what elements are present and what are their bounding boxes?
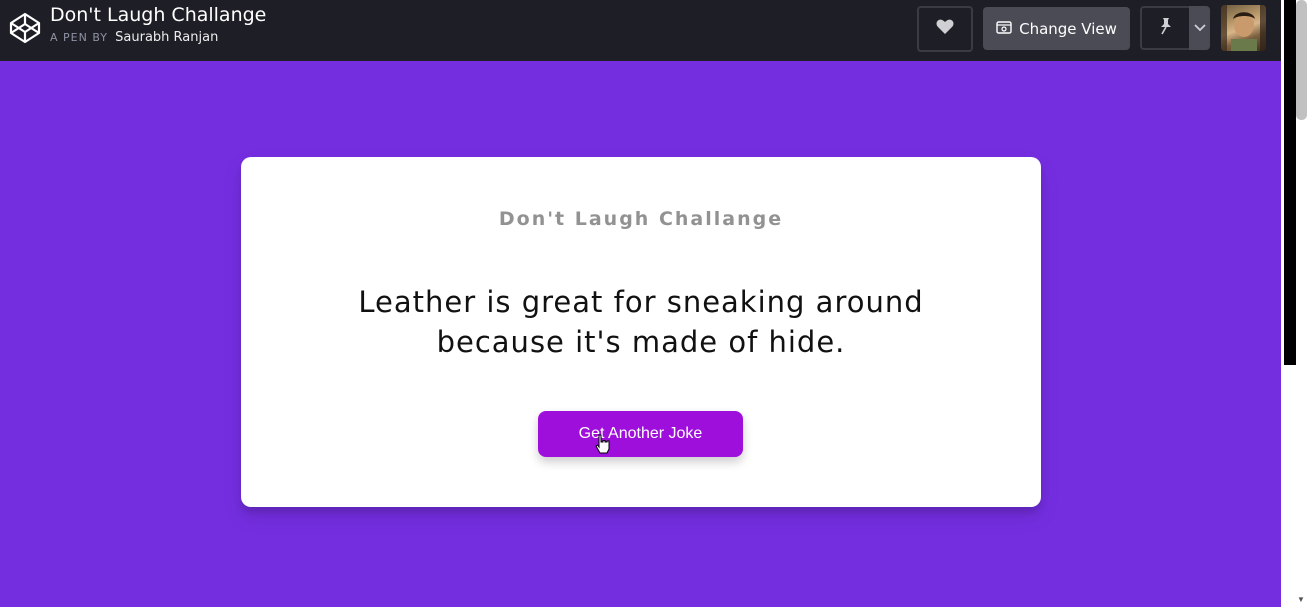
pen-title: Don't Laugh Challange xyxy=(50,4,267,26)
pin-icon xyxy=(1158,17,1174,40)
scrollbar-thumb[interactable] xyxy=(1296,0,1307,120)
pin-control xyxy=(1140,6,1210,50)
joke-card: Don't Laugh Challange Leather is great f… xyxy=(241,157,1041,507)
avatar[interactable] xyxy=(1221,5,1266,51)
heart-icon xyxy=(936,19,954,40)
pen-title-block: Don't Laugh Challange A PEN BY Saurabh R… xyxy=(50,4,267,45)
codepen-header: Don't Laugh Challange A PEN BY Saurabh R… xyxy=(0,0,1281,61)
pen-byline: A PEN BY Saurabh Ranjan xyxy=(50,31,266,44)
get-another-joke-button[interactable]: Get Another Joke xyxy=(538,411,743,457)
joke-text: Leather is great for sneaking around bec… xyxy=(358,285,924,359)
pin-dropdown-button[interactable] xyxy=(1189,6,1210,50)
scroll-down-arrow-icon[interactable]: ▼ xyxy=(1297,596,1305,604)
pen-author-link[interactable]: Saurabh Ranjan xyxy=(115,30,218,45)
scrollbar-track xyxy=(1284,0,1296,365)
chevron-down-icon xyxy=(1193,19,1206,37)
view-icon xyxy=(996,20,1012,38)
card-heading: Don't Laugh Challange xyxy=(498,208,784,230)
pen-by-label: A PEN BY xyxy=(50,31,108,44)
change-view-label: Change View xyxy=(1019,19,1117,38)
codepen-logo-icon[interactable] xyxy=(9,12,41,44)
change-view-button[interactable]: Change View xyxy=(983,7,1130,50)
love-button[interactable] xyxy=(917,6,973,52)
pin-button[interactable] xyxy=(1140,6,1191,50)
hand-cursor-icon xyxy=(595,434,611,454)
